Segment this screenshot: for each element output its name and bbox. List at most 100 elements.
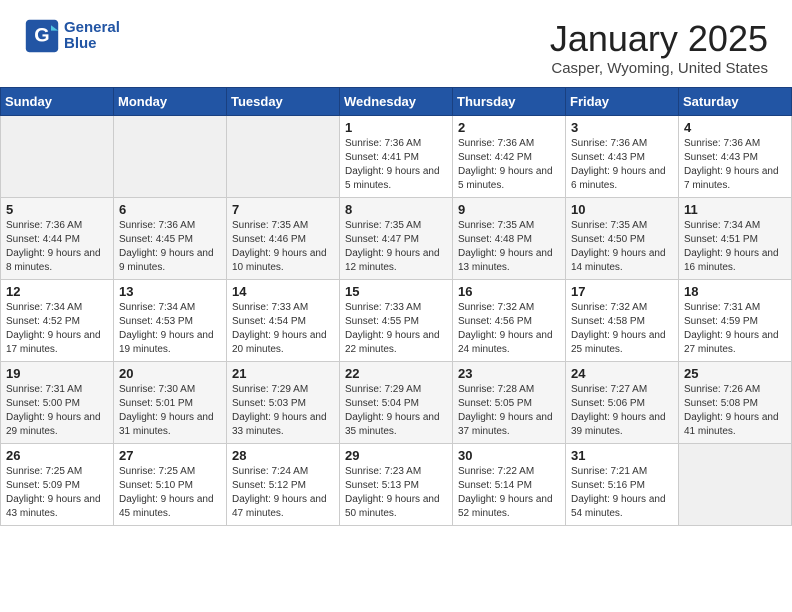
- day-info: Sunrise: 7:36 AMSunset: 4:42 PMDaylight:…: [458, 137, 560, 193]
- sunrise-text: Sunrise: 7:21 AM: [571, 465, 673, 479]
- day-info: Sunrise: 7:26 AMSunset: 5:08 PMDaylight:…: [684, 383, 786, 439]
- daylight-text: Daylight: 9 hours and 29 minutes.: [6, 411, 108, 439]
- day-number: 9: [458, 202, 560, 217]
- daylight-text: Daylight: 9 hours and 10 minutes.: [232, 247, 334, 275]
- day-number: 31: [571, 448, 673, 463]
- calendar-cell: 10Sunrise: 7:35 AMSunset: 4:50 PMDayligh…: [566, 198, 679, 280]
- sunrise-text: Sunrise: 7:28 AM: [458, 383, 560, 397]
- logo-text-blue: Blue: [64, 36, 120, 53]
- sunrise-text: Sunrise: 7:33 AM: [232, 301, 334, 315]
- sunset-text: Sunset: 5:08 PM: [684, 397, 786, 411]
- calendar-cell: 19Sunrise: 7:31 AMSunset: 5:00 PMDayligh…: [1, 362, 114, 444]
- calendar-cell: 31 Sunrise: 7:21 AMSunset: 5:16 PMDayligh…: [566, 444, 679, 526]
- daylight-text: Daylight: 9 hours and 47 minutes.: [232, 493, 334, 521]
- calendar-cell: [227, 116, 340, 198]
- day-number: 4: [684, 120, 786, 135]
- logo-icon: G: [24, 18, 60, 54]
- calendar-week-row: 12Sunrise: 7:34 AMSunset: 4:52 PMDayligh…: [1, 280, 792, 362]
- daylight-text: Daylight: 9 hours and 24 minutes.: [458, 329, 560, 357]
- sunrise-text: Sunrise: 7:29 AM: [345, 383, 447, 397]
- daylight-text: Daylight: 9 hours and 50 minutes.: [345, 493, 447, 521]
- sunset-text: Sunset: 4:51 PM: [684, 233, 786, 247]
- logo: G General Blue: [24, 18, 120, 54]
- day-info: Sunrise: 7:36 AMSunset: 4:43 PMDaylight:…: [684, 137, 786, 193]
- sunrise-text: Sunrise: 7:36 AM: [6, 219, 108, 233]
- sunrise-text: Sunrise: 7:34 AM: [6, 301, 108, 315]
- sunrise-text: Sunrise: 7:32 AM: [571, 301, 673, 315]
- sunset-text: Sunset: 4:42 PM: [458, 151, 560, 165]
- weekday-header: Wednesday: [340, 88, 453, 116]
- day-info: Sunrise: 7:28 AMSunset: 5:05 PMDaylight:…: [458, 383, 560, 439]
- day-number: 20: [119, 366, 221, 381]
- daylight-text: Daylight: 9 hours and 54 minutes.: [571, 493, 673, 521]
- sunrise-text: Sunrise: 7:36 AM: [684, 137, 786, 151]
- calendar-cell: 27Sunrise: 7:25 AMSunset: 5:10 PMDayligh…: [114, 444, 227, 526]
- sunrise-text: Sunrise: 7:24 AM: [232, 465, 334, 479]
- daylight-text: Daylight: 9 hours and 14 minutes.: [571, 247, 673, 275]
- weekday-header: Tuesday: [227, 88, 340, 116]
- sunset-text: Sunset: 4:41 PM: [345, 151, 447, 165]
- day-number: 17: [571, 284, 673, 299]
- day-info: Sunrise: 7:27 AMSunset: 5:06 PMDaylight:…: [571, 383, 673, 439]
- calendar-week-row: 19Sunrise: 7:31 AMSunset: 5:00 PMDayligh…: [1, 362, 792, 444]
- calendar-cell: 11Sunrise: 7:34 AMSunset: 4:51 PMDayligh…: [679, 198, 792, 280]
- day-number: 13: [119, 284, 221, 299]
- daylight-text: Daylight: 9 hours and 25 minutes.: [571, 329, 673, 357]
- daylight-text: Daylight: 9 hours and 52 minutes.: [458, 493, 560, 521]
- weekday-header: Saturday: [679, 88, 792, 116]
- daylight-text: Daylight: 9 hours and 9 minutes.: [119, 247, 221, 275]
- sunset-text: Sunset: 5:16 PM: [571, 479, 673, 493]
- sunrise-text: Sunrise: 7:35 AM: [458, 219, 560, 233]
- calendar-cell: 12Sunrise: 7:34 AMSunset: 4:52 PMDayligh…: [1, 280, 114, 362]
- logo-text-general: General: [64, 20, 120, 37]
- day-info: Sunrise: 7:25 AMSunset: 5:10 PMDaylight:…: [119, 465, 221, 521]
- calendar-cell: 1Sunrise: 7:36 AMSunset: 4:41 PMDaylight…: [340, 116, 453, 198]
- day-info: Sunrise: 7:35 AMSunset: 4:47 PMDaylight:…: [345, 219, 447, 275]
- calendar-cell: 23Sunrise: 7:28 AMSunset: 5:05 PMDayligh…: [453, 362, 566, 444]
- sunrise-text: Sunrise: 7:31 AM: [684, 301, 786, 315]
- calendar-cell: [114, 116, 227, 198]
- page-header: G General Blue January 2025 Casper, Wyom…: [0, 0, 792, 87]
- calendar-cell: [679, 444, 792, 526]
- sunrise-text: Sunrise: 7:27 AM: [571, 383, 673, 397]
- day-number: 8: [345, 202, 447, 217]
- sunset-text: Sunset: 4:43 PM: [684, 151, 786, 165]
- calendar-cell: 29Sunrise: 7:23 AMSunset: 5:13 PMDayligh…: [340, 444, 453, 526]
- daylight-text: Daylight: 9 hours and 13 minutes.: [458, 247, 560, 275]
- sunset-text: Sunset: 4:44 PM: [6, 233, 108, 247]
- sunrise-text: Sunrise: 7:36 AM: [458, 137, 560, 151]
- daylight-text: Daylight: 9 hours and 33 minutes.: [232, 411, 334, 439]
- sunrise-text: Sunrise: 7:35 AM: [232, 219, 334, 233]
- day-number: 5: [6, 202, 108, 217]
- sunset-text: Sunset: 5:12 PM: [232, 479, 334, 493]
- calendar-cell: 20Sunrise: 7:30 AMSunset: 5:01 PMDayligh…: [114, 362, 227, 444]
- weekday-header: Sunday: [1, 88, 114, 116]
- day-number: 30: [458, 448, 560, 463]
- calendar-cell: 14Sunrise: 7:33 AMSunset: 4:54 PMDayligh…: [227, 280, 340, 362]
- sunrise-text: Sunrise: 7:36 AM: [345, 137, 447, 151]
- calendar-cell: 6Sunrise: 7:36 AMSunset: 4:45 PMDaylight…: [114, 198, 227, 280]
- sunrise-text: Sunrise: 7:23 AM: [345, 465, 447, 479]
- calendar-cell: 8 Sunrise: 7:35 AMSunset: 4:47 PMDaylight…: [340, 198, 453, 280]
- day-info: Sunrise: 7:29 AMSunset: 5:04 PMDaylight:…: [345, 383, 447, 439]
- sunset-text: Sunset: 5:00 PM: [6, 397, 108, 411]
- calendar-cell: 3Sunrise: 7:36 AMSunset: 4:43 PMDaylight…: [566, 116, 679, 198]
- sunset-text: Sunset: 5:09 PM: [6, 479, 108, 493]
- daylight-text: Daylight: 9 hours and 6 minutes.: [571, 165, 673, 193]
- day-number: 22: [345, 366, 447, 381]
- weekday-header: Monday: [114, 88, 227, 116]
- day-number: 6: [119, 202, 221, 217]
- day-number: 12: [6, 284, 108, 299]
- day-info: Sunrise: 7:25 AMSunset: 5:09 PMDaylight:…: [6, 465, 108, 521]
- day-number: 7: [232, 202, 334, 217]
- daylight-text: Daylight: 9 hours and 17 minutes.: [6, 329, 108, 357]
- svg-text:G: G: [34, 24, 49, 46]
- calendar-cell: 30 Sunrise: 7:22 AMSunset: 5:14 PMDayligh…: [453, 444, 566, 526]
- day-info: Sunrise: 7:22 AMSunset: 5:14 PMDaylight:…: [458, 465, 560, 521]
- daylight-text: Daylight: 9 hours and 19 minutes.: [119, 329, 221, 357]
- day-info: Sunrise: 7:36 AMSunset: 4:41 PMDaylight:…: [345, 137, 447, 193]
- calendar-cell: 24Sunrise: 7:27 AMSunset: 5:06 PMDayligh…: [566, 362, 679, 444]
- location: Casper, Wyoming, United States: [550, 60, 768, 77]
- calendar-table: SundayMondayTuesdayWednesdayThursdayFrid…: [0, 87, 792, 526]
- daylight-text: Daylight: 9 hours and 5 minutes.: [345, 165, 447, 193]
